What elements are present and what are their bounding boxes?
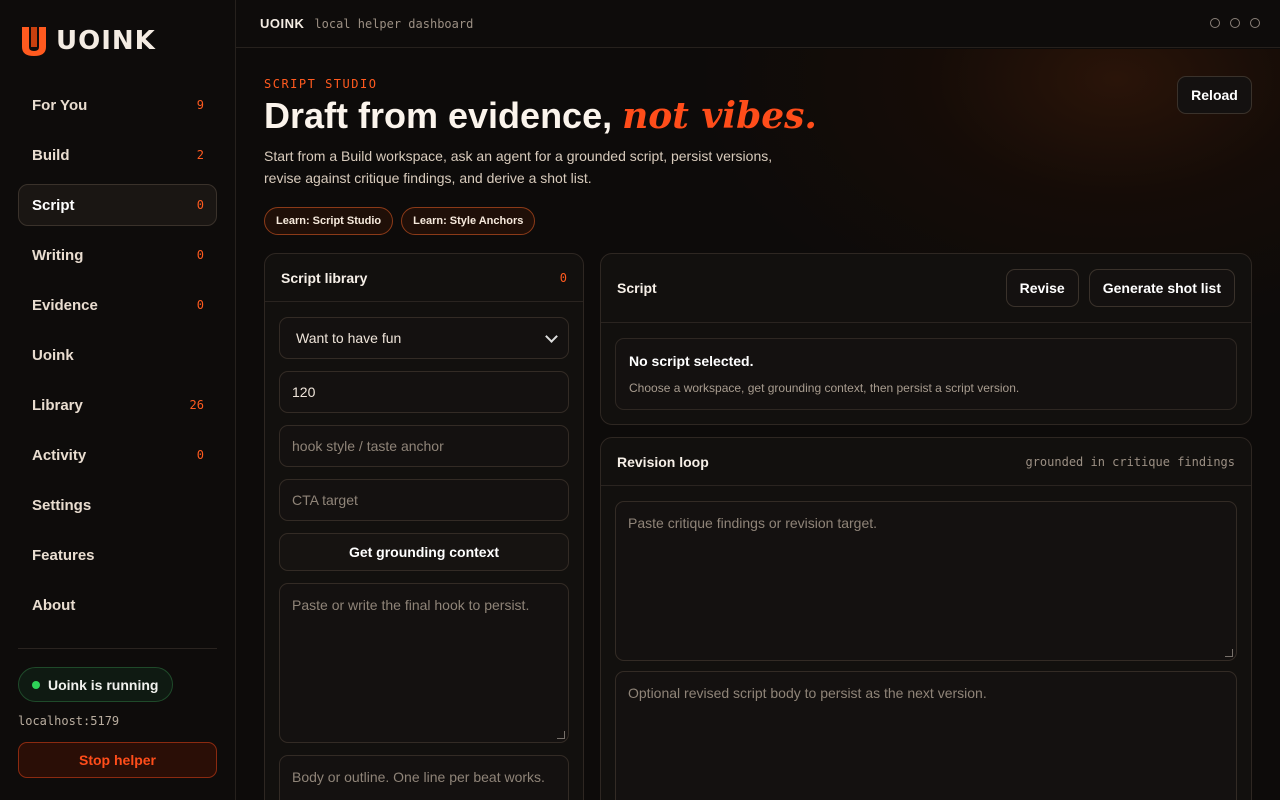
script-library-title: Script library	[281, 269, 368, 286]
page-eyebrow: SCRIPT STUDIO	[264, 77, 378, 91]
chevron-down-icon	[545, 329, 558, 343]
sidebar-item-count: 0	[196, 448, 204, 462]
sidebar-item-label: For You	[32, 96, 88, 114]
topbar-brand: UOINK	[260, 16, 305, 31]
sidebar-item-features[interactable]: Features	[18, 534, 217, 576]
window-dot-icon[interactable]	[1210, 18, 1220, 28]
window-dot-icon[interactable]	[1250, 18, 1260, 28]
sidebar-divider	[18, 648, 217, 649]
window-dot-icon[interactable]	[1230, 18, 1240, 28]
final-hook-placeholder: Paste or write the final hook to persist…	[292, 597, 530, 613]
final-hook-textarea[interactable]: Paste or write the final hook to persist…	[279, 583, 569, 743]
workspace-select[interactable]: Want to have fun	[279, 317, 569, 359]
learn-chips: Learn: Script Studio Learn: Style Anchor…	[264, 207, 536, 235]
brand-wordmark: UOINK	[56, 26, 156, 56]
topbar: UOINK local helper dashboard	[236, 0, 1280, 48]
body-outline-textarea[interactable]: Body or outline. One line per beat works…	[279, 755, 569, 800]
sidebar-item-build[interactable]: Build 2	[18, 134, 217, 176]
helper-host: localhost:5179	[18, 714, 120, 728]
revision-loop-note: grounded in critique findings	[1025, 454, 1235, 469]
script-library-count: 0	[559, 270, 567, 285]
topbar-subtitle: local helper dashboard	[314, 16, 474, 31]
resize-handle-icon[interactable]	[557, 731, 565, 739]
cta-target-input[interactable]: CTA target	[279, 479, 569, 521]
sidebar-item-label: Script	[32, 196, 75, 214]
page-intro: Start from a Build workspace, ask an age…	[264, 148, 773, 186]
sidebar-item-writing[interactable]: Writing 0	[18, 234, 217, 276]
script-library-header: Script library 0	[265, 254, 583, 302]
workspace-select-value: Want to have fun	[296, 330, 402, 346]
revised-script-placeholder: Optional revised script body to persist …	[628, 685, 987, 701]
uoink-logo-icon	[20, 25, 48, 57]
revision-loop-header: Revision loop grounded in critique findi…	[601, 438, 1251, 486]
get-grounding-context-button[interactable]: Get grounding context	[279, 533, 569, 571]
revision-loop-panel: Revision loop grounded in critique findi…	[600, 437, 1252, 800]
duration-input[interactable]: 120	[279, 371, 569, 413]
sidebar-item-label: Uoink	[32, 346, 74, 364]
script-library-panel: Script library 0 Want to have fun 120 ho…	[264, 253, 584, 800]
critique-findings-textarea[interactable]: Paste critique findings or revision targ…	[615, 501, 1237, 661]
window-controls	[1210, 18, 1260, 28]
helper-status-badge: Uoink is running	[18, 667, 173, 702]
sidebar-item-label: Evidence	[32, 296, 98, 314]
sidebar-item-count: 0	[196, 248, 204, 262]
empty-state-subtitle: Choose a workspace, get grounding contex…	[629, 381, 1020, 395]
script-panel-header: Script Revise Generate shot list	[601, 254, 1251, 323]
empty-state-title: No script selected.	[629, 353, 754, 369]
sidebar-item-label: Writing	[32, 246, 84, 264]
revision-loop-title: Revision loop	[617, 453, 709, 470]
sidebar-item-count: 0	[196, 298, 204, 312]
sidebar-item-label: Features	[32, 546, 95, 564]
script-panel: Script Revise Generate shot list No scri…	[600, 253, 1252, 425]
revise-button[interactable]: Revise	[1005, 269, 1079, 307]
sidebar-item-label: Settings	[32, 496, 92, 514]
hook-style-input[interactable]: hook style / taste anchor	[279, 425, 569, 467]
resize-handle-icon[interactable]	[1225, 649, 1233, 657]
sidebar-item-library[interactable]: Library 26	[18, 384, 217, 426]
script-empty-state: No script selected. Choose a workspace, …	[615, 338, 1237, 410]
script-actions: Revise Generate shot list	[1005, 269, 1235, 307]
sidebar-item-count: 2	[196, 148, 204, 162]
script-panel-title: Script	[617, 280, 657, 296]
generate-shot-list-button[interactable]: Generate shot list	[1088, 269, 1235, 307]
main-content: SCRIPT STUDIO Draft from evidence, not v…	[236, 49, 1280, 800]
brand-logo[interactable]: UOINK	[20, 24, 156, 58]
page-title: Draft from evidence, not vibes.	[264, 95, 817, 137]
page-title-main: Draft from evidence,	[264, 95, 613, 136]
revised-script-textarea[interactable]: Optional revised script body to persist …	[615, 671, 1237, 800]
reload-button[interactable]: Reload	[1177, 76, 1252, 114]
stop-helper-button[interactable]: Stop helper	[18, 742, 217, 778]
sidebar-item-evidence[interactable]: Evidence 0	[18, 284, 217, 326]
sidebar-item-count: 9	[196, 98, 204, 112]
helper-status-text: Uoink is running	[48, 676, 159, 693]
body-outline-placeholder: Body or outline. One line per beat works…	[292, 769, 545, 785]
sidebar-item-script[interactable]: Script 0	[18, 184, 217, 226]
sidebar-nav: For You 9 Build 2 Script 0 Writing 0 Evi…	[18, 84, 217, 634]
sidebar-item-uoink[interactable]: Uoink	[18, 334, 217, 376]
page-title-accent: not vibes.	[622, 95, 817, 137]
sidebar-item-label: Build	[32, 146, 70, 164]
sidebar-item-label: About	[32, 596, 76, 614]
sidebar-item-count: 0	[196, 198, 204, 212]
critique-findings-placeholder: Paste critique findings or revision targ…	[628, 515, 878, 531]
sidebar-item-activity[interactable]: Activity 0	[18, 434, 217, 476]
sidebar-item-settings[interactable]: Settings	[18, 484, 217, 526]
sidebar: UOINK For You 9 Build 2 Script 0 Writing…	[0, 0, 236, 800]
sidebar-item-about[interactable]: About	[18, 584, 217, 626]
status-dot-icon	[32, 680, 40, 689]
sidebar-item-label: Library	[32, 396, 83, 414]
learn-script-studio-chip[interactable]: Learn: Script Studio	[264, 207, 394, 235]
learn-style-anchors-chip[interactable]: Learn: Style Anchors	[401, 207, 536, 235]
sidebar-item-label: Activity	[32, 446, 87, 464]
sidebar-item-for-you[interactable]: For You 9	[18, 84, 217, 126]
sidebar-item-count: 26	[189, 398, 204, 412]
